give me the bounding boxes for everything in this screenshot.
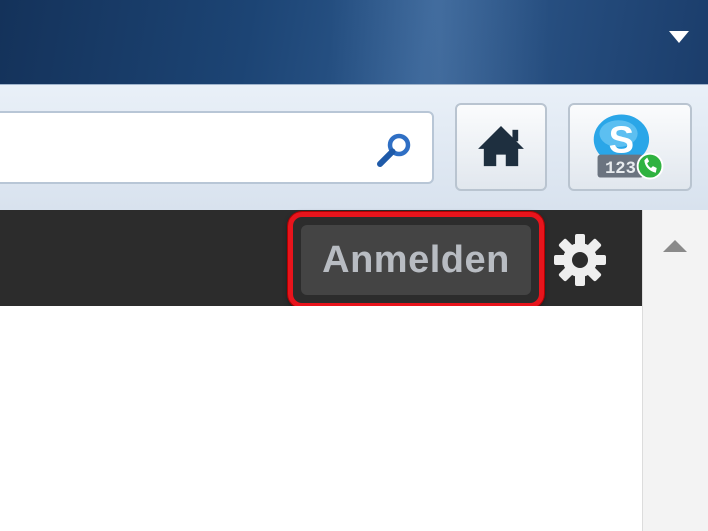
titlebar-sheen [330, 0, 550, 84]
chevron-down-icon[interactable] [668, 30, 690, 44]
login-button[interactable]: Anmelden [301, 225, 531, 295]
skype-icon: S 123 [593, 114, 664, 180]
skype-button[interactable]: S 123 [568, 103, 692, 191]
scroll-up-icon[interactable] [661, 238, 689, 254]
page-content [0, 306, 642, 531]
vertical-scrollbar[interactable] [642, 210, 708, 531]
window-titlebar [0, 0, 708, 84]
login-highlight: Anmelden [288, 212, 544, 308]
skype-badge-text: 123 [605, 160, 636, 179]
gear-icon[interactable] [552, 232, 608, 288]
home-icon [478, 126, 524, 167]
home-button[interactable] [455, 103, 547, 191]
account-toolbar: Anmelden [0, 210, 642, 308]
navigation-bar: S 123 [0, 84, 708, 210]
search-icon[interactable] [374, 129, 416, 171]
address-bar[interactable] [0, 111, 434, 184]
